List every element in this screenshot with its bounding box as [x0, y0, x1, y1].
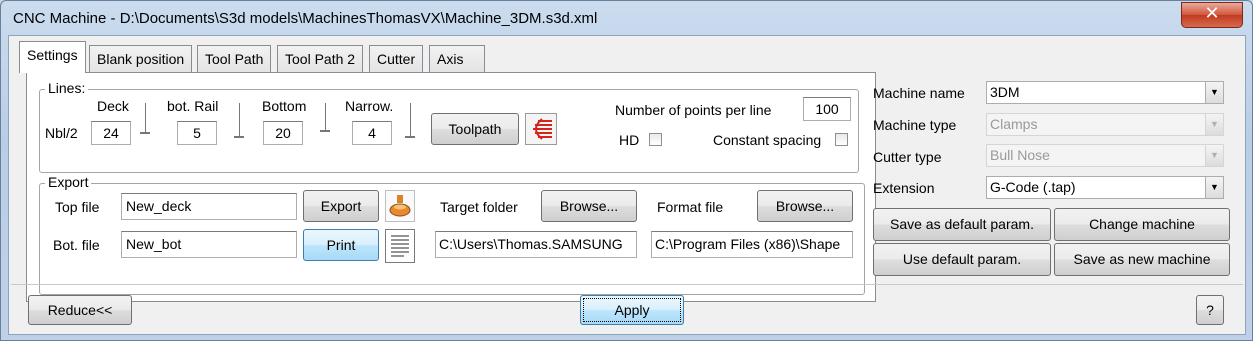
cnc-machine-window: CNC Machine - D:\Documents\S3d models\Ma… — [0, 0, 1253, 341]
points-per-line-label: Number of points per line — [615, 102, 772, 118]
toolpath-button[interactable]: Toolpath — [431, 113, 519, 145]
help-button[interactable]: ? — [1196, 295, 1224, 325]
bottom-label: Bottom — [262, 98, 307, 114]
cutter-type-value: Bull Nose — [990, 147, 1050, 163]
deck-slider[interactable] — [145, 103, 146, 133]
tab-blank-position[interactable]: Blank position — [89, 45, 193, 73]
reduce-button[interactable]: Reduce<< — [28, 295, 132, 325]
document-graphic — [391, 235, 409, 257]
chevron-down-icon[interactable]: ▼ — [1205, 145, 1223, 166]
cutter-graphic — [389, 195, 411, 217]
machine-type-value: Clamps — [990, 116, 1038, 132]
bot-rail-input[interactable]: 5 — [177, 121, 217, 145]
constant-spacing-checkbox[interactable] — [835, 133, 848, 146]
machine-type-select[interactable]: Clamps ▼ — [986, 113, 1224, 136]
hd-label: HD — [619, 132, 640, 148]
narrow-input[interactable]: 4 — [352, 121, 392, 145]
top-file-input[interactable]: New_deck — [121, 193, 297, 220]
chevron-down-icon[interactable]: ▼ — [1205, 82, 1223, 103]
format-file-path[interactable]: C:\Program Files (x86)\Shape — [651, 231, 853, 258]
bottom-input[interactable]: 20 — [263, 121, 303, 145]
settings-tab-panel: Lines: Deck bot. Rail Bottom Narrow. Nbl… — [26, 72, 876, 302]
bottom-slider[interactable] — [325, 103, 326, 131]
print-document-icon[interactable] — [385, 229, 415, 263]
format-browse-button[interactable]: Browse... — [757, 190, 853, 222]
bot-rail-slider-thumb[interactable] — [234, 136, 244, 138]
cutter-type-select[interactable]: Bull Nose ▼ — [986, 144, 1224, 167]
bot-file-input[interactable]: New_bot — [121, 231, 297, 258]
machine-name-label: Machine name — [873, 85, 965, 101]
bot-rail-label: bot. Rail — [167, 98, 219, 114]
points-per-line-input[interactable]: 100 — [803, 97, 851, 121]
tab-tool-path[interactable]: Tool Path — [197, 45, 272, 73]
tab-tool-path-2[interactable]: Tool Path 2 — [277, 45, 364, 73]
lines-legend: Lines: — [45, 80, 89, 96]
hd-checkbox[interactable] — [649, 133, 662, 146]
target-browse-button[interactable]: Browse... — [541, 190, 637, 222]
dialog-client-area: Settings Blank position Tool Path Tool P… — [8, 35, 1246, 335]
use-default-param-button[interactable]: Use default param. — [873, 243, 1051, 276]
narrow-slider[interactable] — [410, 103, 411, 137]
bot-file-label: Bot. file — [53, 237, 100, 253]
extension-value: G-Code (.tap) — [990, 179, 1076, 195]
narrow-slider-thumb[interactable] — [405, 136, 415, 138]
machine-name-value: 3DM — [990, 84, 1020, 100]
tab-settings[interactable]: Settings — [19, 41, 86, 73]
export-cutter-icon[interactable] — [385, 190, 415, 222]
export-legend: Export — [45, 174, 92, 190]
close-icon: ✕ — [1204, 3, 1220, 24]
narrow-label: Narrow. — [345, 98, 394, 114]
chevron-down-icon[interactable]: ▼ — [1205, 114, 1223, 135]
bot-rail-slider[interactable] — [239, 103, 240, 137]
close-button[interactable]: ✕ — [1181, 2, 1243, 28]
export-button[interactable]: Export — [303, 190, 379, 222]
nbl-label: Nbl/2 — [45, 125, 78, 141]
print-button[interactable]: Print — [303, 229, 379, 261]
save-new-machine-button[interactable]: Save as new machine — [1054, 243, 1230, 276]
extension-label: Extension — [873, 180, 935, 196]
deck-input[interactable]: 24 — [91, 121, 131, 145]
machine-name-select[interactable]: 3DM ▼ — [986, 81, 1224, 104]
constant-spacing-label: Constant spacing — [713, 132, 822, 148]
save-default-param-button[interactable]: Save as default param. — [873, 208, 1051, 241]
target-folder-label: Target folder — [440, 199, 518, 215]
cutter-type-label: Cutter type — [873, 149, 942, 165]
toolpath-lines-graphic — [533, 118, 552, 140]
apply-button[interactable]: Apply — [580, 295, 684, 325]
bottom-slider-thumb[interactable] — [320, 130, 330, 132]
tab-cutter[interactable]: Cutter — [369, 45, 424, 73]
deck-slider-thumb[interactable] — [140, 132, 150, 134]
machine-type-label: Machine type — [873, 117, 957, 133]
toolpath-lines-icon[interactable] — [525, 113, 557, 145]
top-file-label: Top file — [55, 199, 100, 215]
format-file-label: Format file — [657, 199, 724, 215]
footer-divider — [11, 284, 1243, 285]
chevron-down-icon[interactable]: ▼ — [1205, 177, 1223, 198]
window-title: CNC Machine - D:\Documents\S3d models\Ma… — [13, 10, 598, 27]
tab-axis[interactable]: Axis — [429, 45, 485, 73]
extension-select[interactable]: G-Code (.tap) ▼ — [986, 176, 1224, 199]
target-folder-path[interactable]: C:\Users\Thomas.SAMSUNG — [435, 231, 637, 258]
deck-label: Deck — [97, 98, 129, 114]
change-machine-button[interactable]: Change machine — [1054, 208, 1230, 241]
